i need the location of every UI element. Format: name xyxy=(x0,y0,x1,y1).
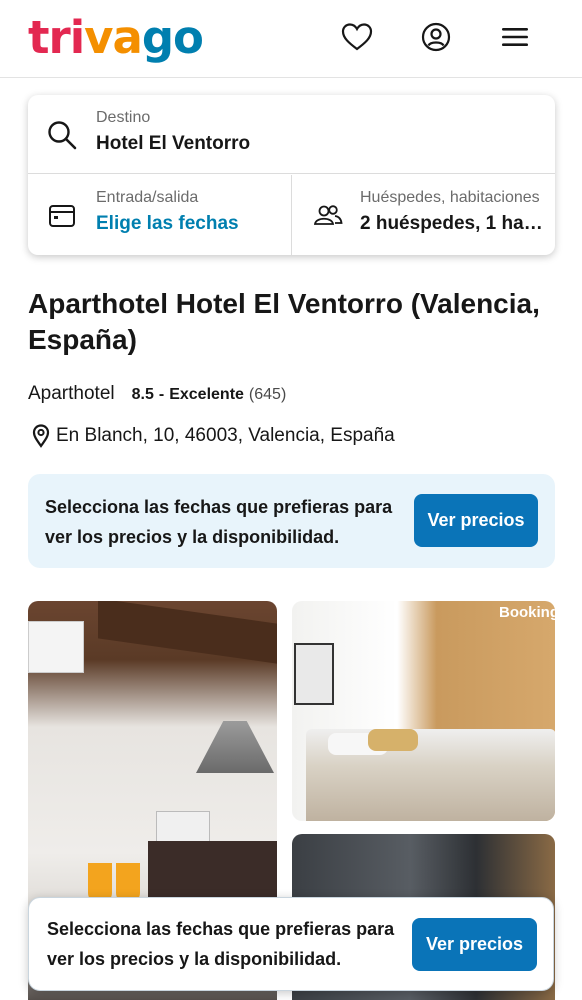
favorites-button[interactable] xyxy=(340,20,374,54)
sticky-prompt-text: Selecciona las fechas que prefieras para… xyxy=(47,919,395,969)
guests-field[interactable]: Huéspedes, habitaciones 2 huéspedes, 1 h… xyxy=(293,175,555,255)
address-text: En Blanch, 10, 46003, Valencia, España xyxy=(56,425,395,446)
view-prices-button[interactable]: Ver precios xyxy=(414,494,538,547)
sticky-view-prices-button[interactable]: Ver precios xyxy=(412,918,537,971)
account-button[interactable] xyxy=(419,20,453,54)
guests-label: Huéspedes, habitaciones xyxy=(360,189,540,206)
guests-value: 2 huéspedes, 1 habitación xyxy=(360,213,543,234)
menu-button[interactable] xyxy=(498,20,532,54)
top-header: trivago xyxy=(0,0,582,78)
search-card: Destino Hotel El Ventorro Entrada/salida… xyxy=(28,95,555,255)
trivago-logo[interactable]: trivago xyxy=(28,11,204,64)
hotel-address: En Blanch, 10, 46003, Valencia, España xyxy=(32,424,395,448)
dates-field[interactable]: Entrada/salida Elige las fechas xyxy=(28,175,292,255)
photo-source-badge: Booking xyxy=(499,604,555,621)
photo-detail xyxy=(98,601,277,664)
photo-detail xyxy=(28,621,84,673)
search-icon xyxy=(48,121,77,150)
menu-icon xyxy=(502,28,528,46)
rating-label: Excelente xyxy=(169,386,244,403)
rating-count: (645) xyxy=(248,386,287,403)
hotel-title: Aparthotel Hotel El Ventorro (Valencia, … xyxy=(28,288,540,355)
hotel-meta: Aparthotel 8.5 - Excelente (645) xyxy=(28,383,286,405)
photo-detail xyxy=(368,729,418,751)
destination-field[interactable]: Destino Hotel El Ventorro xyxy=(28,95,555,174)
location-pin-icon xyxy=(32,424,50,448)
dates-label: Entrada/salida xyxy=(96,189,199,206)
destination-value: Hotel El Ventorro xyxy=(96,133,251,154)
dates-value: Elige las fechas xyxy=(96,213,239,234)
logo-part-3: go xyxy=(141,11,204,64)
photo-detail xyxy=(156,811,210,843)
destination-label: Destino xyxy=(96,109,151,126)
hotel-type: Aparthotel xyxy=(28,383,115,404)
user-account-icon xyxy=(421,22,451,52)
date-prompt-banner: Selecciona las fechas que prefieras para… xyxy=(28,474,555,568)
logo-part-2: va xyxy=(84,11,143,64)
rating-separator: - xyxy=(158,386,165,403)
heart-icon xyxy=(341,23,373,51)
photo-detail xyxy=(196,721,274,773)
gallery-photo-bedroom[interactable]: Booking xyxy=(292,601,555,821)
sticky-date-prompt: Selecciona las fechas que prefieras para… xyxy=(28,897,554,991)
date-prompt-text: Selecciona las fechas que prefieras para… xyxy=(45,497,393,547)
rating-score: 8.5 xyxy=(131,386,154,403)
guests-icon xyxy=(313,205,343,225)
photo-detail xyxy=(294,643,334,705)
logo-part-1: tri xyxy=(28,11,85,64)
calendar-icon xyxy=(49,205,75,227)
